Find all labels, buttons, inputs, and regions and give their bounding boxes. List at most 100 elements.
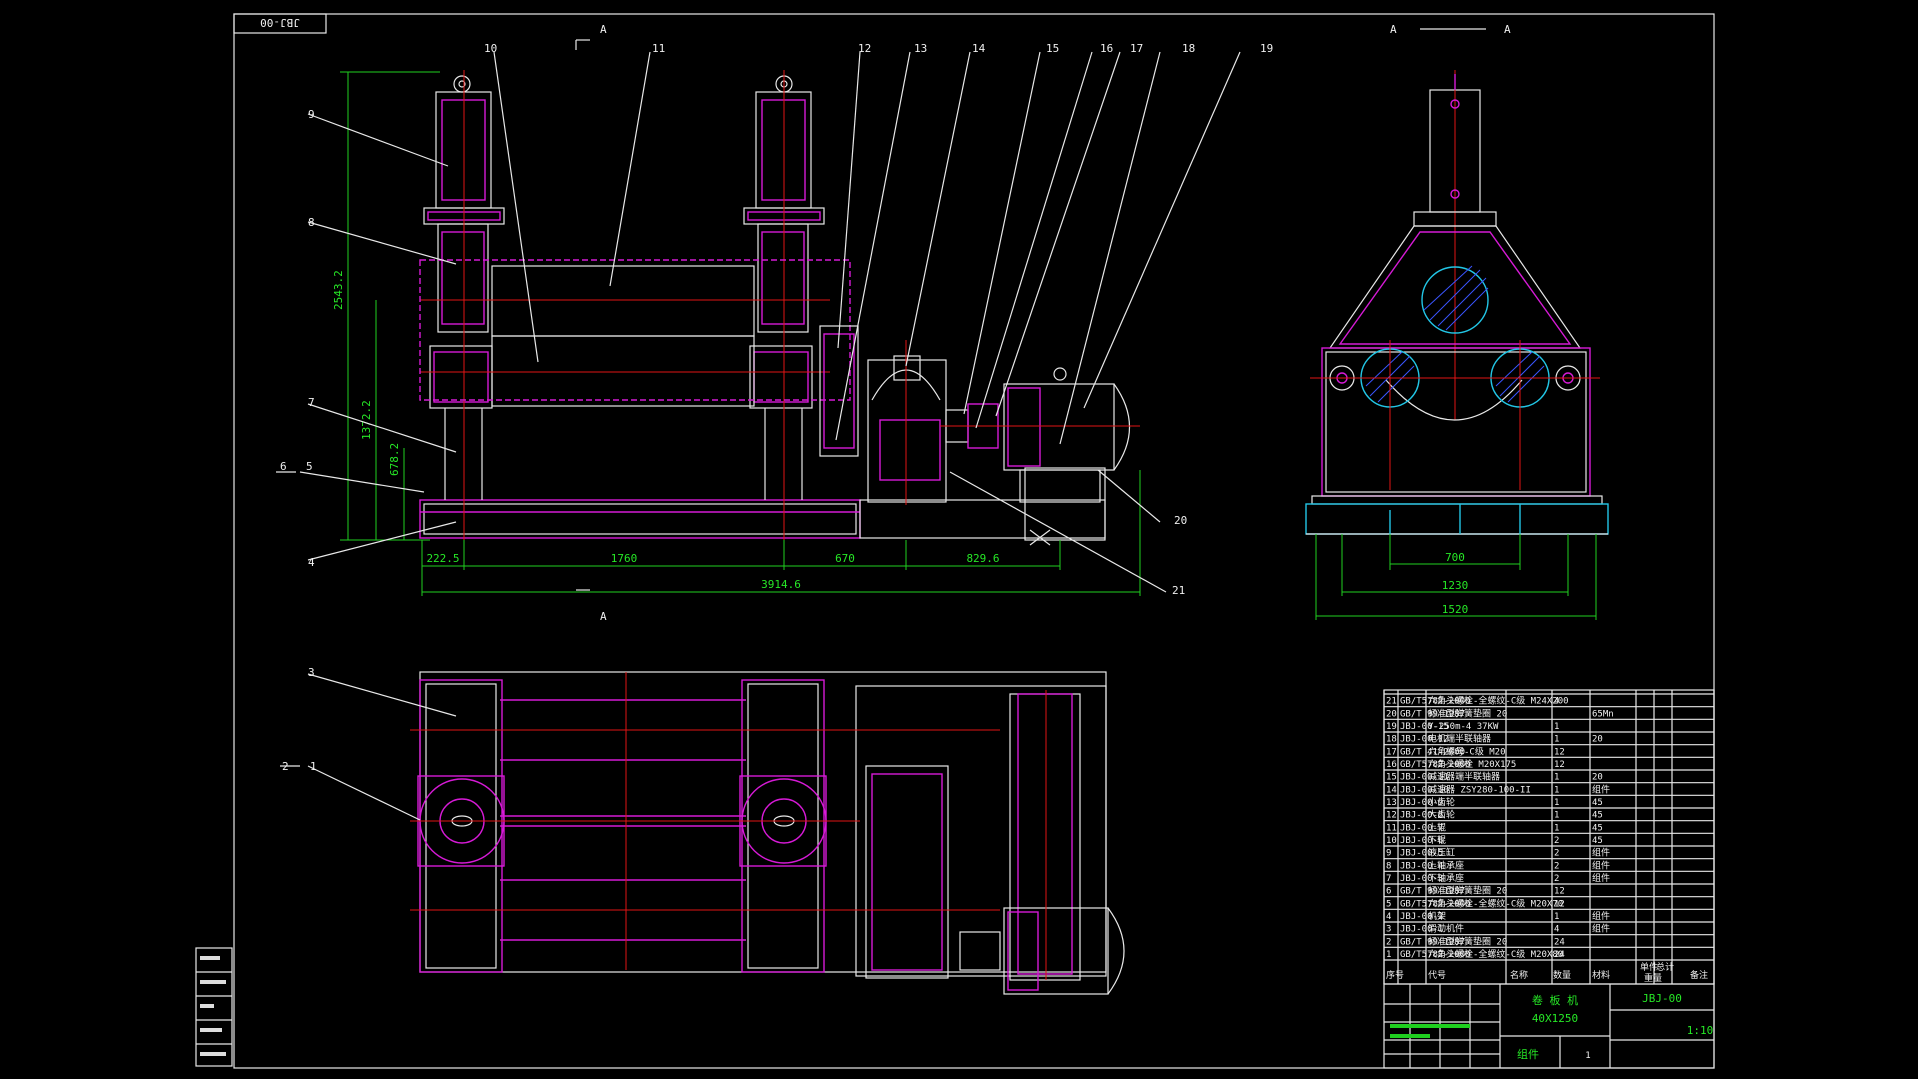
- dim-d2: 1760: [611, 552, 638, 565]
- bom-header-weight: 重量: [1644, 972, 1662, 984]
- balloon-10: 10: [484, 42, 497, 55]
- bom-cell-no: 21: [1386, 697, 1397, 707]
- dim-d4: 829.6: [966, 552, 999, 565]
- side-view-dimensions: 700 1230 1520: [1315, 534, 1597, 620]
- bom-cell-name: 大齿轮: [1428, 809, 1455, 821]
- section-mark-top: A: [600, 23, 607, 36]
- bom-cell-qty: 1: [1554, 823, 1559, 833]
- bom-cell-mat: 组件: [1592, 859, 1610, 871]
- bom-cell-no: 11: [1386, 823, 1397, 833]
- bom-cell-name: 减速器端半联轴器: [1428, 771, 1500, 783]
- bom-cell-no: 18: [1386, 735, 1397, 745]
- bom-cell-no: 9: [1386, 849, 1391, 859]
- bill-of-materials: 21 GB/T5782-2000六角头螺栓-全螺纹-C级 M24X200420 GB…: [1383, 689, 1715, 985]
- bom-cell-name: 六角头螺栓-全螺纹-C级 M20X70: [1428, 897, 1563, 909]
- title-scale: 1:10: [1687, 1024, 1714, 1037]
- bom-header-mat: 材料: [1592, 969, 1610, 981]
- bom-cell-qty: 1: [1554, 811, 1559, 821]
- bom-cell-qty: 4: [1554, 925, 1559, 935]
- balloon-5: 5: [306, 460, 313, 473]
- balloon-7: 7: [308, 396, 315, 409]
- bom-cell-qty: 2: [1554, 836, 1559, 846]
- bom-cell-name: 滑动机件: [1428, 923, 1464, 935]
- balloon-1: 1: [310, 760, 317, 773]
- bom-cell-mat: 65Mn: [1592, 709, 1614, 719]
- drawing-code-text: JBJ-00: [260, 16, 300, 29]
- bom-cell-name: 减速器 ZSY280-100-II: [1428, 783, 1531, 795]
- bom-cell-qty: 2: [1554, 849, 1559, 859]
- bom-cell-name: 小齿轮: [1428, 796, 1455, 808]
- balloon-14: 14: [972, 42, 986, 55]
- bom-cell-name: 六角头螺栓-全螺纹-C级 M20X80: [1428, 948, 1563, 960]
- bom-cell-qty: 12: [1554, 760, 1565, 770]
- bom-cell-mat: 组件: [1592, 910, 1610, 922]
- bom-cell-no: 1: [1386, 950, 1391, 960]
- balloon-12: 12: [858, 42, 871, 55]
- bom-cell-no: 2: [1386, 937, 1391, 947]
- bom-cell-qty: 1: [1554, 735, 1559, 745]
- bom-cell-qty: 1: [1554, 798, 1559, 808]
- binding-strip: [195, 947, 233, 1067]
- bom-cell-name: 六角头螺栓-全螺纹-C级 M24X200: [1428, 695, 1569, 707]
- dim-overall-length: 3914.6: [761, 578, 801, 591]
- bom-cell-name: 机架: [1428, 910, 1446, 922]
- dim-side-d3: 1520: [1442, 603, 1469, 616]
- title-block: 卷 板 机 40X1250 JBJ-00 组件 1 1:10: [1383, 983, 1715, 1069]
- bom-cell-mat: 组件: [1592, 847, 1610, 859]
- balloon-18: 18: [1182, 42, 1195, 55]
- bom-cell-name: 下辊: [1428, 834, 1446, 846]
- bom-cell-qty: 1: [1554, 773, 1559, 783]
- balloon-9: 9: [308, 108, 315, 121]
- bom-header-code: 代号: [1428, 970, 1446, 981]
- balloon-2: 2: [282, 760, 289, 773]
- bom-cell-no: 7: [1386, 874, 1391, 884]
- bom-cell-no: 15: [1386, 773, 1397, 783]
- bom-cell-no: 19: [1386, 722, 1397, 732]
- bom-cell-name: Y-250m-4 37KW: [1428, 722, 1499, 732]
- top-view: [410, 671, 1125, 995]
- balloon-3: 3: [308, 666, 315, 679]
- title-sheet: 1: [1585, 1051, 1590, 1061]
- bom-cell-no: 17: [1386, 747, 1397, 757]
- bom-cell-no: 10: [1386, 836, 1397, 846]
- bom-cell-mat: 组件: [1592, 923, 1610, 935]
- section-view-label-right: A: [1504, 23, 1511, 36]
- bom-cell-qty: 12: [1554, 747, 1565, 757]
- bom-header-qty: 数量: [1553, 969, 1571, 981]
- bom-cell-no: 6: [1386, 887, 1391, 897]
- balloon-19: 19: [1260, 42, 1273, 55]
- bom-cell-mat: 20: [1592, 773, 1603, 783]
- title-type: 组件: [1517, 1047, 1539, 1061]
- front-view: [419, 70, 1140, 546]
- section-marks: A A A A: [575, 23, 1511, 623]
- bom-cell-no: 13: [1386, 798, 1397, 808]
- bom-cell-name: 液压缸: [1428, 847, 1455, 859]
- bom-cell-name: 上轴承座: [1428, 859, 1464, 871]
- bom-cell-name: 六角头螺栓 M20X175: [1428, 758, 1516, 770]
- drawing-code-stamp: JBJ-00: [233, 13, 327, 34]
- bom-cell-no: 5: [1386, 899, 1391, 909]
- dim-side-d2: 1230: [1442, 579, 1469, 592]
- bom-cell-qty: 12: [1554, 899, 1565, 909]
- bom-header-no: 序号: [1386, 969, 1404, 981]
- bom-cell-mat: 20: [1592, 735, 1603, 745]
- bom-cell-qty: 1: [1554, 722, 1559, 732]
- title-spec: 40X1250: [1532, 1012, 1578, 1025]
- bom-header-note: 备注: [1690, 969, 1708, 981]
- title-machine-name: 卷 板 机: [1532, 993, 1578, 1007]
- bom-cell-name: 标准型弹簧垫圈 20: [1428, 707, 1507, 719]
- bom-cell-qty: 2: [1554, 874, 1559, 884]
- bom-cell-qty: 24: [1554, 937, 1565, 947]
- balloon-16: 16: [1100, 42, 1113, 55]
- bom-cell-no: 12: [1386, 811, 1397, 821]
- dim-lower-height: 678.2: [388, 443, 401, 476]
- bom-cell-no: 14: [1386, 785, 1397, 795]
- balloon-21: 21: [1172, 584, 1185, 597]
- cad-drawing: JBJ-00 2543.2 1372.2 678.2 222.5 1760 67…: [195, 13, 1715, 1069]
- balloon-13: 13: [914, 42, 927, 55]
- bom-cell-name: 标准型弹簧垫圈 20: [1428, 885, 1507, 897]
- side-view: [1305, 70, 1609, 535]
- bom-cell-qty: 1: [1554, 912, 1559, 922]
- balloon-6: 6: [280, 460, 287, 473]
- bom-cell-qty: 12: [1554, 887, 1565, 897]
